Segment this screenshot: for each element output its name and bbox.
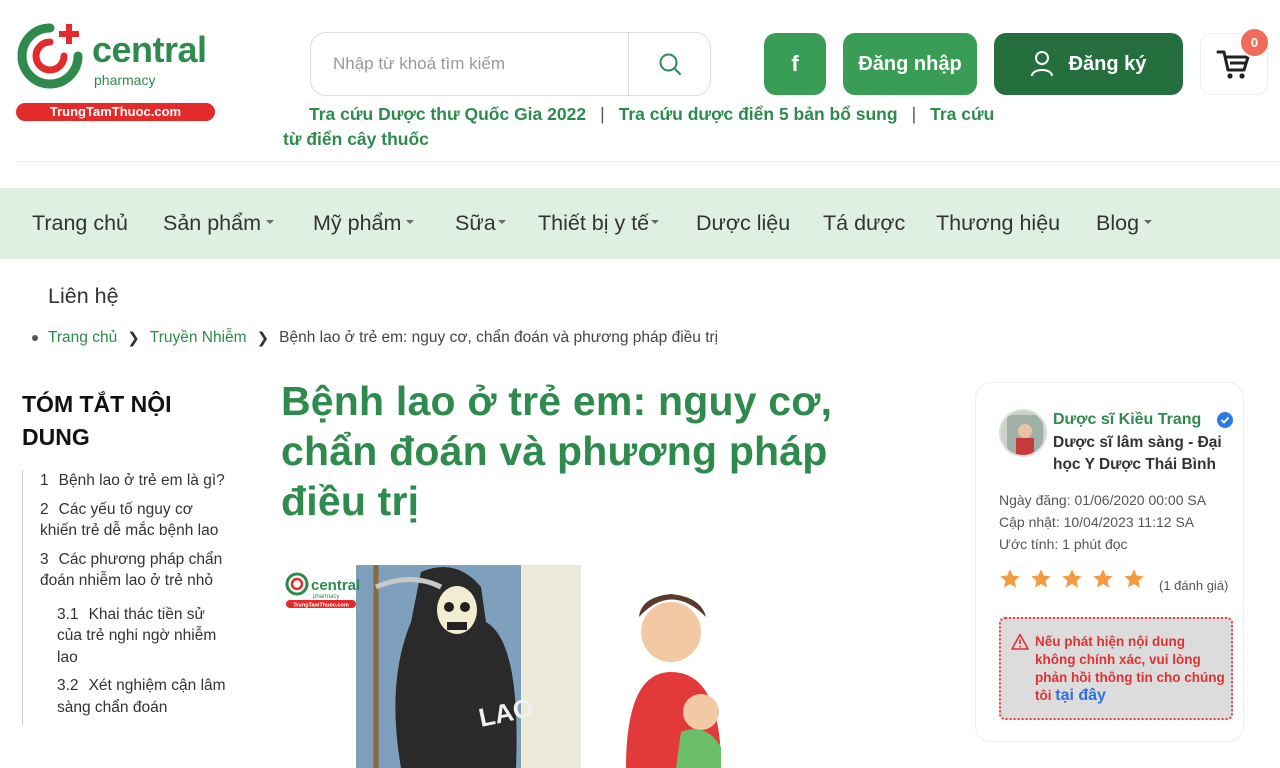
- caret-down-icon: [266, 220, 275, 225]
- nav-item-medical-devices[interactable]: Thiết bị y tế: [538, 188, 660, 259]
- logo-subtitle: pharmacy: [94, 72, 156, 88]
- illustration-logo-name: central: [311, 577, 360, 594]
- caret-down-icon: [406, 220, 415, 225]
- caret-down-icon: [497, 220, 506, 225]
- tuberculosis-illustration: LAO central pharmacy TrungTamThuoc.com: [281, 562, 746, 768]
- nav-item-contact[interactable]: Liên hệ: [48, 284, 119, 309]
- article-title: Bệnh lao ở trẻ em: nguy cơ, chẩn đoán và…: [281, 378, 833, 524]
- cart-count-badge: 0: [1239, 27, 1270, 58]
- nav-item-cosmetics[interactable]: Mỹ phẩm: [313, 188, 415, 259]
- breadcrumb-category[interactable]: Truyền Nhiễm: [150, 329, 247, 347]
- nav-item-products[interactable]: Sản phẩm: [163, 188, 275, 259]
- verified-icon: [1217, 412, 1233, 428]
- star-icon: [1031, 569, 1051, 588]
- breadcrumb: Trang chủ ❯ Truyền Nhiễm ❯ Bệnh lao ở tr…: [32, 329, 718, 347]
- toc-item[interactable]: 2 Các yếu tố nguy cơ khiến trẻ dễ mắc bện…: [40, 499, 232, 542]
- facebook-button[interactable]: f: [764, 33, 826, 95]
- toc-item[interactable]: 1 Bệnh lao ở trẻ em là gì?: [40, 470, 232, 492]
- nav-item-blog[interactable]: Blog: [1096, 188, 1153, 259]
- illustration-logo-site: TrungTamThuoc.com: [293, 603, 349, 609]
- register-button[interactable]: Đăng ký: [994, 33, 1183, 95]
- logo-icon: [17, 23, 83, 89]
- report-box: Nếu phát hiện nội dung không chính xác, …: [999, 617, 1233, 720]
- quicklink-duoc-dien[interactable]: Tra cứu dược điển 5 bản bổ sung: [619, 104, 898, 124]
- author-avatar[interactable]: [999, 409, 1047, 457]
- star-icon: [1093, 569, 1113, 588]
- report-text: Nếu phát hiện nội dung không chính xác, …: [1035, 634, 1225, 704]
- bullet-icon: [32, 335, 38, 341]
- user-icon: [1030, 51, 1053, 77]
- toc-list: 1 Bệnh lao ở trẻ em là gì? 2 Các yếu tố ng…: [22, 470, 232, 725]
- read-time: Ước tính: 1 phút đọc: [999, 536, 1128, 552]
- toc-item[interactable]: 3 Các phương pháp chẩn đoán nhiễm lao ở t…: [40, 549, 232, 592]
- nav-item-home[interactable]: Trang chủ: [32, 188, 128, 259]
- nav-item-milk[interactable]: Sữa: [455, 188, 506, 259]
- header-divider: [16, 161, 1280, 162]
- nav-item-brands[interactable]: Thương hiệu: [936, 188, 1060, 259]
- quick-links: Tra cứu Dược thư Quốc Gia 2022 | Tra cứu d…: [283, 104, 995, 149]
- quicklink-duoc-thu[interactable]: Tra cứu Dược thư Quốc Gia 2022: [309, 104, 586, 124]
- chevron-right-icon: ❯: [256, 330, 270, 347]
- updated-date: Cập nhật: 10/04/2023 11:12 SA: [999, 514, 1195, 530]
- search-icon: [659, 53, 681, 75]
- breadcrumb-home[interactable]: Trang chủ: [48, 329, 117, 347]
- avatar-image: [1001, 411, 1045, 455]
- search-box: [310, 32, 711, 96]
- logo-name: central: [92, 29, 207, 70]
- chevron-right-icon: ❯: [127, 330, 140, 347]
- toc-subitem[interactable]: 3.1 Khai thác tiền sử của trẻ nghi ngờ nh…: [57, 604, 232, 669]
- breadcrumb-current: Bệnh lao ở trẻ em: nguy cơ, chẩn đoán và…: [279, 329, 719, 346]
- rating-count: (1 đánh giá): [1159, 578, 1229, 593]
- report-link[interactable]: tại đây: [1055, 687, 1106, 704]
- login-label: Đăng nhập: [858, 52, 962, 75]
- facebook-icon: f: [791, 51, 799, 76]
- login-button[interactable]: Đăng nhập: [843, 33, 977, 95]
- toc-subitem[interactable]: 3.2 Xét nghiệm cận lâm sàng chẩn đoán: [57, 675, 232, 718]
- warning-icon: [1011, 633, 1029, 650]
- star-icon: [1000, 569, 1020, 588]
- nav-item-excipients[interactable]: Tá dược: [823, 188, 905, 259]
- nav-item-herbs[interactable]: Dược liệu: [696, 188, 790, 259]
- star-icon: [1124, 569, 1144, 588]
- illustration-logo-subtitle: pharmacy: [313, 594, 339, 600]
- logo-site: TrungTamThuoc.com: [16, 103, 215, 121]
- author-card: Dược sĩ Kiều Trang Dược sĩ lâm sàng - Đạ…: [975, 382, 1244, 742]
- main-nav: Trang chủ Sản phẩm Mỹ phẩm Sữa Thiết bị …: [0, 188, 1280, 259]
- search-button[interactable]: [628, 33, 710, 95]
- toc-title: TÓM TẮT NỘI DUNG: [22, 391, 172, 450]
- rating-stars[interactable]: [999, 568, 1145, 590]
- quicklink-tra-cuu[interactable]: Tra cứu: [930, 104, 994, 124]
- caret-down-icon: [651, 220, 660, 225]
- search-input[interactable]: [311, 33, 629, 95]
- caret-down-icon: [1144, 220, 1153, 225]
- author-name[interactable]: Dược sĩ Kiều Trang: [1053, 411, 1201, 429]
- site-logo[interactable]: central pharmacy TrungTamThuoc.com: [16, 22, 221, 122]
- author-role: Dược sĩ lâm sàng - Đại học Y Dược Thái B…: [1053, 434, 1222, 473]
- article-image: LAO central pharmacy TrungTamThuoc.com: [281, 562, 746, 768]
- quicklink-tu-dien-cay-thuoc[interactable]: từ điển cây thuốc: [283, 129, 429, 149]
- star-icon: [1062, 569, 1082, 588]
- register-label: Đăng ký: [1068, 52, 1147, 75]
- posted-date: Ngày đăng: 01/06/2020 00:00 SA: [999, 492, 1207, 508]
